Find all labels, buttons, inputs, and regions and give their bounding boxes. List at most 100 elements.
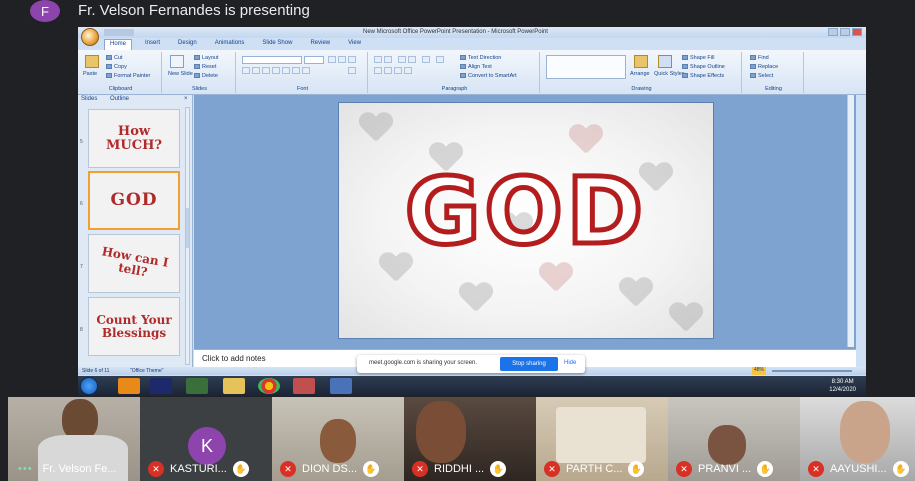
align-center-icon[interactable] [384,67,392,74]
line-spacing-icon[interactable] [422,56,430,63]
bold-icon[interactable] [242,67,250,74]
slide-thumbnail-7[interactable]: How can I tell? [88,234,180,293]
replace-icon [750,64,756,70]
cut-button[interactable]: Cut [106,55,123,61]
windows-start-icon[interactable] [80,377,98,395]
tab-outline[interactable]: Outline [110,96,129,102]
align-text-button[interactable]: Align Text [460,64,492,70]
participant-tile[interactable]: ••• Fr. Velson Fe... [8,397,140,481]
align-left-icon[interactable] [374,67,382,74]
tab-design[interactable]: Design [173,39,202,50]
layout-button[interactable]: Layout [194,55,219,61]
heart-decoration [669,303,703,333]
pane-scrollbar[interactable] [185,107,190,365]
arrange-icon[interactable] [634,55,648,68]
new-slide-icon[interactable] [170,55,184,68]
screen-share-bar: meet.google.com is sharing your screen. … [357,355,585,373]
slide-thumbnail-8[interactable]: Count Your Blessings [88,297,180,356]
font-color-icon[interactable] [348,67,356,74]
presenter-banner: F Fr. Velson Fernandes is presenting [0,0,915,26]
increase-indent-icon[interactable] [408,56,416,63]
shadow-icon[interactable] [282,67,290,74]
shapes-gallery[interactable] [546,55,626,79]
participant-tile[interactable]: ✕ PARTH C... ✋ [536,397,668,481]
bullets-icon[interactable] [374,56,382,63]
tab-slides[interactable]: Slides [81,96,97,102]
quick-access-toolbar[interactable] [104,29,134,36]
quick-styles-button[interactable]: Quick Styles [654,71,685,77]
find-button[interactable]: Find [750,55,769,61]
powerpoint-taskbar-icon[interactable] [293,378,315,394]
mic-off-icon: ✕ [148,461,164,477]
current-slide[interactable]: GOD [338,102,714,339]
close-icon[interactable] [852,28,862,36]
participant-tile[interactable]: ✕ RIDDHI ... ✋ [404,397,536,481]
copy-button[interactable]: Copy [106,64,127,70]
strikethrough-icon[interactable] [272,67,280,74]
participant-tile[interactable]: ✕ PRANVI ... ✋ [668,397,800,481]
quick-styles-icon[interactable] [658,55,672,68]
minimize-icon[interactable] [828,28,838,36]
replace-button[interactable]: Replace [750,64,778,70]
justify-icon[interactable] [404,67,412,74]
word-taskbar-icon[interactable] [330,378,352,394]
layout-icon [194,55,200,61]
vlc-icon[interactable] [118,378,140,394]
grow-font-icon[interactable] [328,56,336,63]
stop-sharing-button[interactable]: Stop sharing [500,357,558,371]
folder-icon[interactable] [223,378,245,394]
shape-fill-button[interactable]: Shape Fill [682,55,714,61]
zoom-level[interactable]: 48% [752,367,766,375]
reset-button[interactable]: Reset [194,64,216,70]
tab-animations[interactable]: Animations [210,39,250,50]
align-right-icon[interactable] [394,67,402,74]
shrink-font-icon[interactable] [338,56,346,63]
text-direction-button[interactable]: Text Direction [460,55,501,61]
clear-format-icon[interactable] [348,56,356,63]
maximize-icon[interactable] [840,28,850,36]
tab-home[interactable]: Home [104,39,133,50]
italic-icon[interactable] [252,67,260,74]
thumb-text: Count Your Blessings [96,312,172,340]
slide-thumbnail-5[interactable]: How MUCH? [88,109,180,168]
photoshop-icon[interactable] [150,378,172,394]
paste-icon[interactable] [85,55,99,68]
spacing-icon[interactable] [292,67,300,74]
hide-button[interactable]: Hide [564,360,576,366]
shape-effects-button[interactable]: Shape Effects [682,73,724,79]
new-slide-button[interactable]: New Slide [168,71,193,77]
office-button-icon[interactable] [81,28,99,46]
shape-outline-button[interactable]: Shape Outline [682,64,725,70]
close-pane-icon[interactable]: × [184,96,188,102]
participant-tile[interactable]: ✕ DION DS... ✋ [272,397,404,481]
tab-insert[interactable]: Insert [140,39,165,50]
tab-slide-show[interactable]: Slide Show [257,39,297,50]
pane-scroll-thumb[interactable] [186,208,189,248]
ribbon: Paste Cut Copy Format Painter Clipboard … [78,50,866,95]
font-size-field[interactable] [304,56,324,64]
case-icon[interactable] [302,67,310,74]
zoom-slider[interactable] [772,370,852,372]
participant-tile[interactable]: K ✕ KASTURI... ✋ [140,397,272,481]
chrome-icon[interactable] [258,378,280,394]
slide-title[interactable]: GOD [339,156,713,268]
paste-button[interactable]: Paste [83,71,97,77]
app-icon[interactable] [186,378,208,394]
convert-smartart-button[interactable]: Convert to SmartArt [460,73,517,79]
tab-view[interactable]: View [343,39,366,50]
format-painter-button[interactable]: Format Painter [106,73,150,79]
select-button[interactable]: Select [750,73,773,79]
numbering-icon[interactable] [384,56,392,63]
columns-icon[interactable] [436,56,444,63]
paragraph-label: Paragraph [441,86,468,92]
tab-review[interactable]: Review [305,39,335,50]
delete-button[interactable]: Delete [194,73,218,79]
arrange-button[interactable]: Arrange [630,71,650,77]
font-name-field[interactable] [242,56,302,64]
slide-thumbnail-6[interactable]: GOD [88,171,180,230]
participant-tile[interactable]: ✕ AAYUSHI... ✋ [800,397,915,481]
decrease-indent-icon[interactable] [398,56,406,63]
underline-icon[interactable] [262,67,270,74]
participant-video [556,407,646,463]
editor-scrollbar[interactable] [847,95,854,347]
